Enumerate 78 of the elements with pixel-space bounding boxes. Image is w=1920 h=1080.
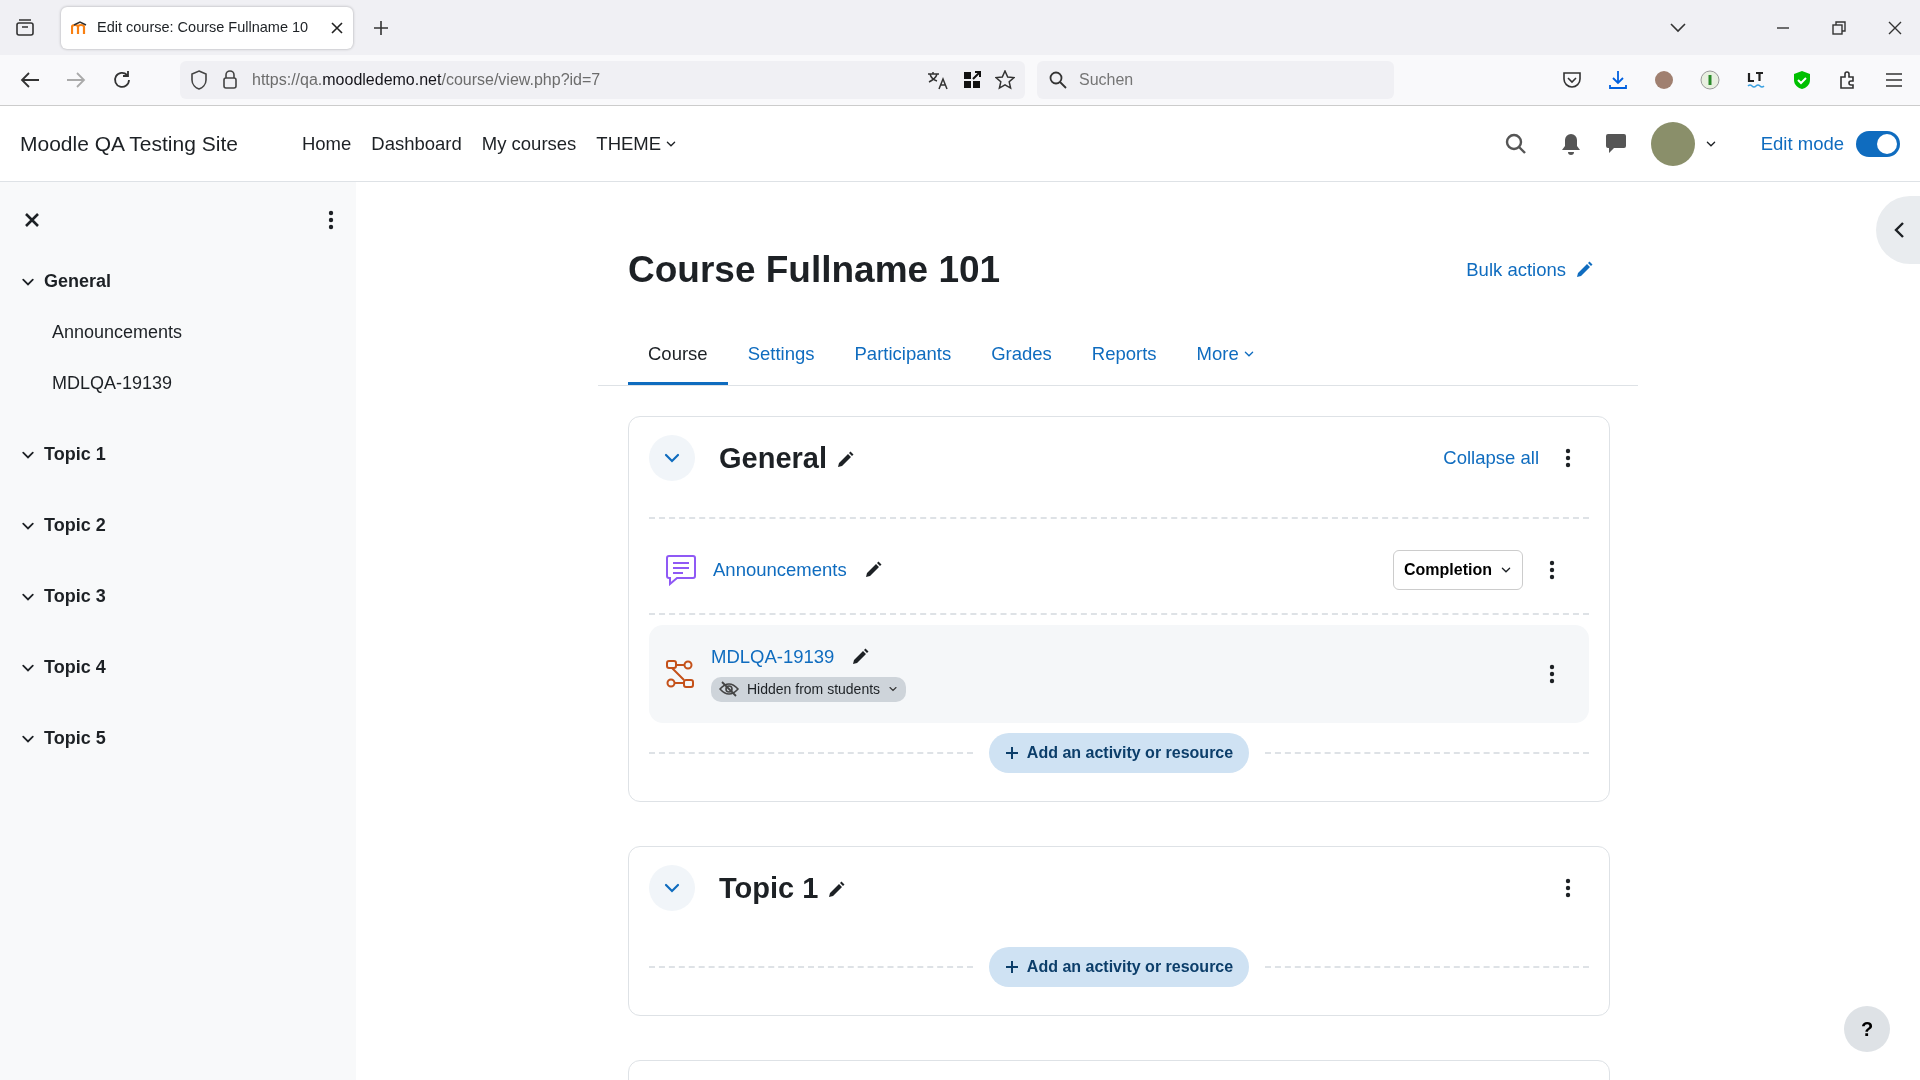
search-icon[interactable] xyxy=(1504,132,1527,155)
drawer-section-link[interactable]: Topic 5 xyxy=(44,725,106,752)
more-dropdown-tab[interactable]: More xyxy=(1176,326,1275,386)
close-icon[interactable] xyxy=(331,21,343,34)
section-title: Topic 1 xyxy=(719,871,819,906)
site-name[interactable]: Moodle QA Testing Site xyxy=(20,127,238,160)
lt-extension-icon[interactable] xyxy=(1746,70,1766,90)
completion-dropdown[interactable]: Completion xyxy=(1393,550,1523,591)
menu-icon[interactable] xyxy=(1884,70,1904,90)
collapse-all-link[interactable]: Collapse all xyxy=(1443,444,1539,472)
edit-mode-toggle[interactable] xyxy=(1856,130,1900,157)
chat-bubble-icon[interactable] xyxy=(1604,133,1627,154)
kebab-menu-icon[interactable] xyxy=(1565,878,1571,899)
drawer-section-link[interactable]: General xyxy=(44,268,112,295)
download-icon[interactable] xyxy=(1608,70,1628,90)
tab-title: Edit course: Course Fullname 10 xyxy=(97,17,310,37)
profile-avatar-icon[interactable] xyxy=(1654,70,1674,90)
grid-icon[interactable] xyxy=(963,71,981,89)
course-tab[interactable]: Reports xyxy=(1071,326,1177,386)
chevron-left-icon xyxy=(1892,221,1906,239)
kebab-menu-icon[interactable] xyxy=(1549,664,1555,685)
drawer-activity-link[interactable]: Announcements xyxy=(20,307,336,358)
pocket-icon[interactable] xyxy=(1562,70,1582,90)
close-icon[interactable] xyxy=(24,212,40,228)
restore-icon[interactable] xyxy=(1832,20,1846,35)
add-activity-button[interactable]: Add an activity or resource xyxy=(988,947,1250,988)
moodle-logo-icon xyxy=(71,20,89,35)
lock-icon xyxy=(222,70,238,90)
nav-link[interactable]: My courses xyxy=(481,129,577,158)
course-tab[interactable]: Grades xyxy=(971,326,1072,386)
pencil-icon[interactable] xyxy=(850,647,871,667)
bell-icon[interactable] xyxy=(1560,132,1581,155)
close-icon[interactable] xyxy=(1888,20,1902,35)
nodes-icon xyxy=(665,659,695,690)
drawer-section-link[interactable]: Topic 2 xyxy=(44,512,106,539)
nav-link[interactable]: Dashboard xyxy=(371,129,462,158)
visibility-badge[interactable]: Hidden from students xyxy=(711,676,907,702)
browser-tab[interactable]: Edit course: Course Fullname 10 xyxy=(61,6,353,49)
tab-list-icon[interactable] xyxy=(15,18,35,37)
drawer-activity-link[interactable]: MDLQA-19139 xyxy=(20,358,336,409)
course-tab[interactable]: Course xyxy=(628,326,728,386)
kebab-menu-icon[interactable] xyxy=(1549,560,1555,581)
drawer-toggle-button[interactable] xyxy=(1876,196,1920,264)
star-icon[interactable] xyxy=(995,70,1015,90)
address-bar[interactable]: https://qa.moodledemo.net/course/view.php?id=7 xyxy=(180,61,1025,99)
section-title: General xyxy=(719,440,827,476)
search-field[interactable]: Suchen xyxy=(1037,61,1394,99)
shield-icon xyxy=(190,70,208,90)
course-tab[interactable]: Settings xyxy=(727,326,835,386)
extension-icon[interactable] xyxy=(1700,70,1720,90)
nav-link[interactable]: Home xyxy=(301,129,352,158)
plus-icon xyxy=(1004,746,1019,761)
url-text: https://qa.moodledemo.net/course/view.php?id=7 xyxy=(252,70,602,90)
drawer-section-link[interactable]: Topic 4 xyxy=(44,654,106,681)
search-icon xyxy=(1049,71,1067,89)
add-activity-button[interactable]: Add an activity or resource xyxy=(988,733,1250,774)
eye-slash-icon xyxy=(719,681,739,698)
drawer-section-link[interactable]: Topic 3 xyxy=(44,583,106,610)
plus-icon xyxy=(1004,960,1019,975)
plus-icon[interactable] xyxy=(373,19,389,36)
translate-icon[interactable] xyxy=(927,70,949,90)
activity-link[interactable]: Announcements xyxy=(713,556,847,584)
speech-bubble-icon xyxy=(665,554,697,587)
edit-mode-label: Edit mode xyxy=(1760,131,1844,156)
activity-link[interactable]: MDLQA-19139 xyxy=(711,643,835,671)
course-title: Course Fullname 101 xyxy=(628,248,1001,292)
bulk-actions-link[interactable]: Bulk actions xyxy=(1466,256,1594,285)
kebab-menu-icon[interactable] xyxy=(1565,448,1571,469)
course-tab[interactable]: Participants xyxy=(834,326,972,386)
back-arrow-icon[interactable] xyxy=(20,71,40,89)
search-input[interactable]: Suchen xyxy=(1077,67,1382,93)
help-button[interactable]: ? xyxy=(1844,1006,1890,1052)
reload-icon[interactable] xyxy=(112,70,132,90)
shield-check-icon[interactable] xyxy=(1792,70,1812,90)
drawer-section-link[interactable]: Topic 1 xyxy=(44,441,106,468)
nav-dropdown[interactable]: THEME xyxy=(596,129,678,158)
kebab-menu-icon[interactable] xyxy=(328,210,334,230)
chevron-down-icon[interactable] xyxy=(1670,22,1686,33)
